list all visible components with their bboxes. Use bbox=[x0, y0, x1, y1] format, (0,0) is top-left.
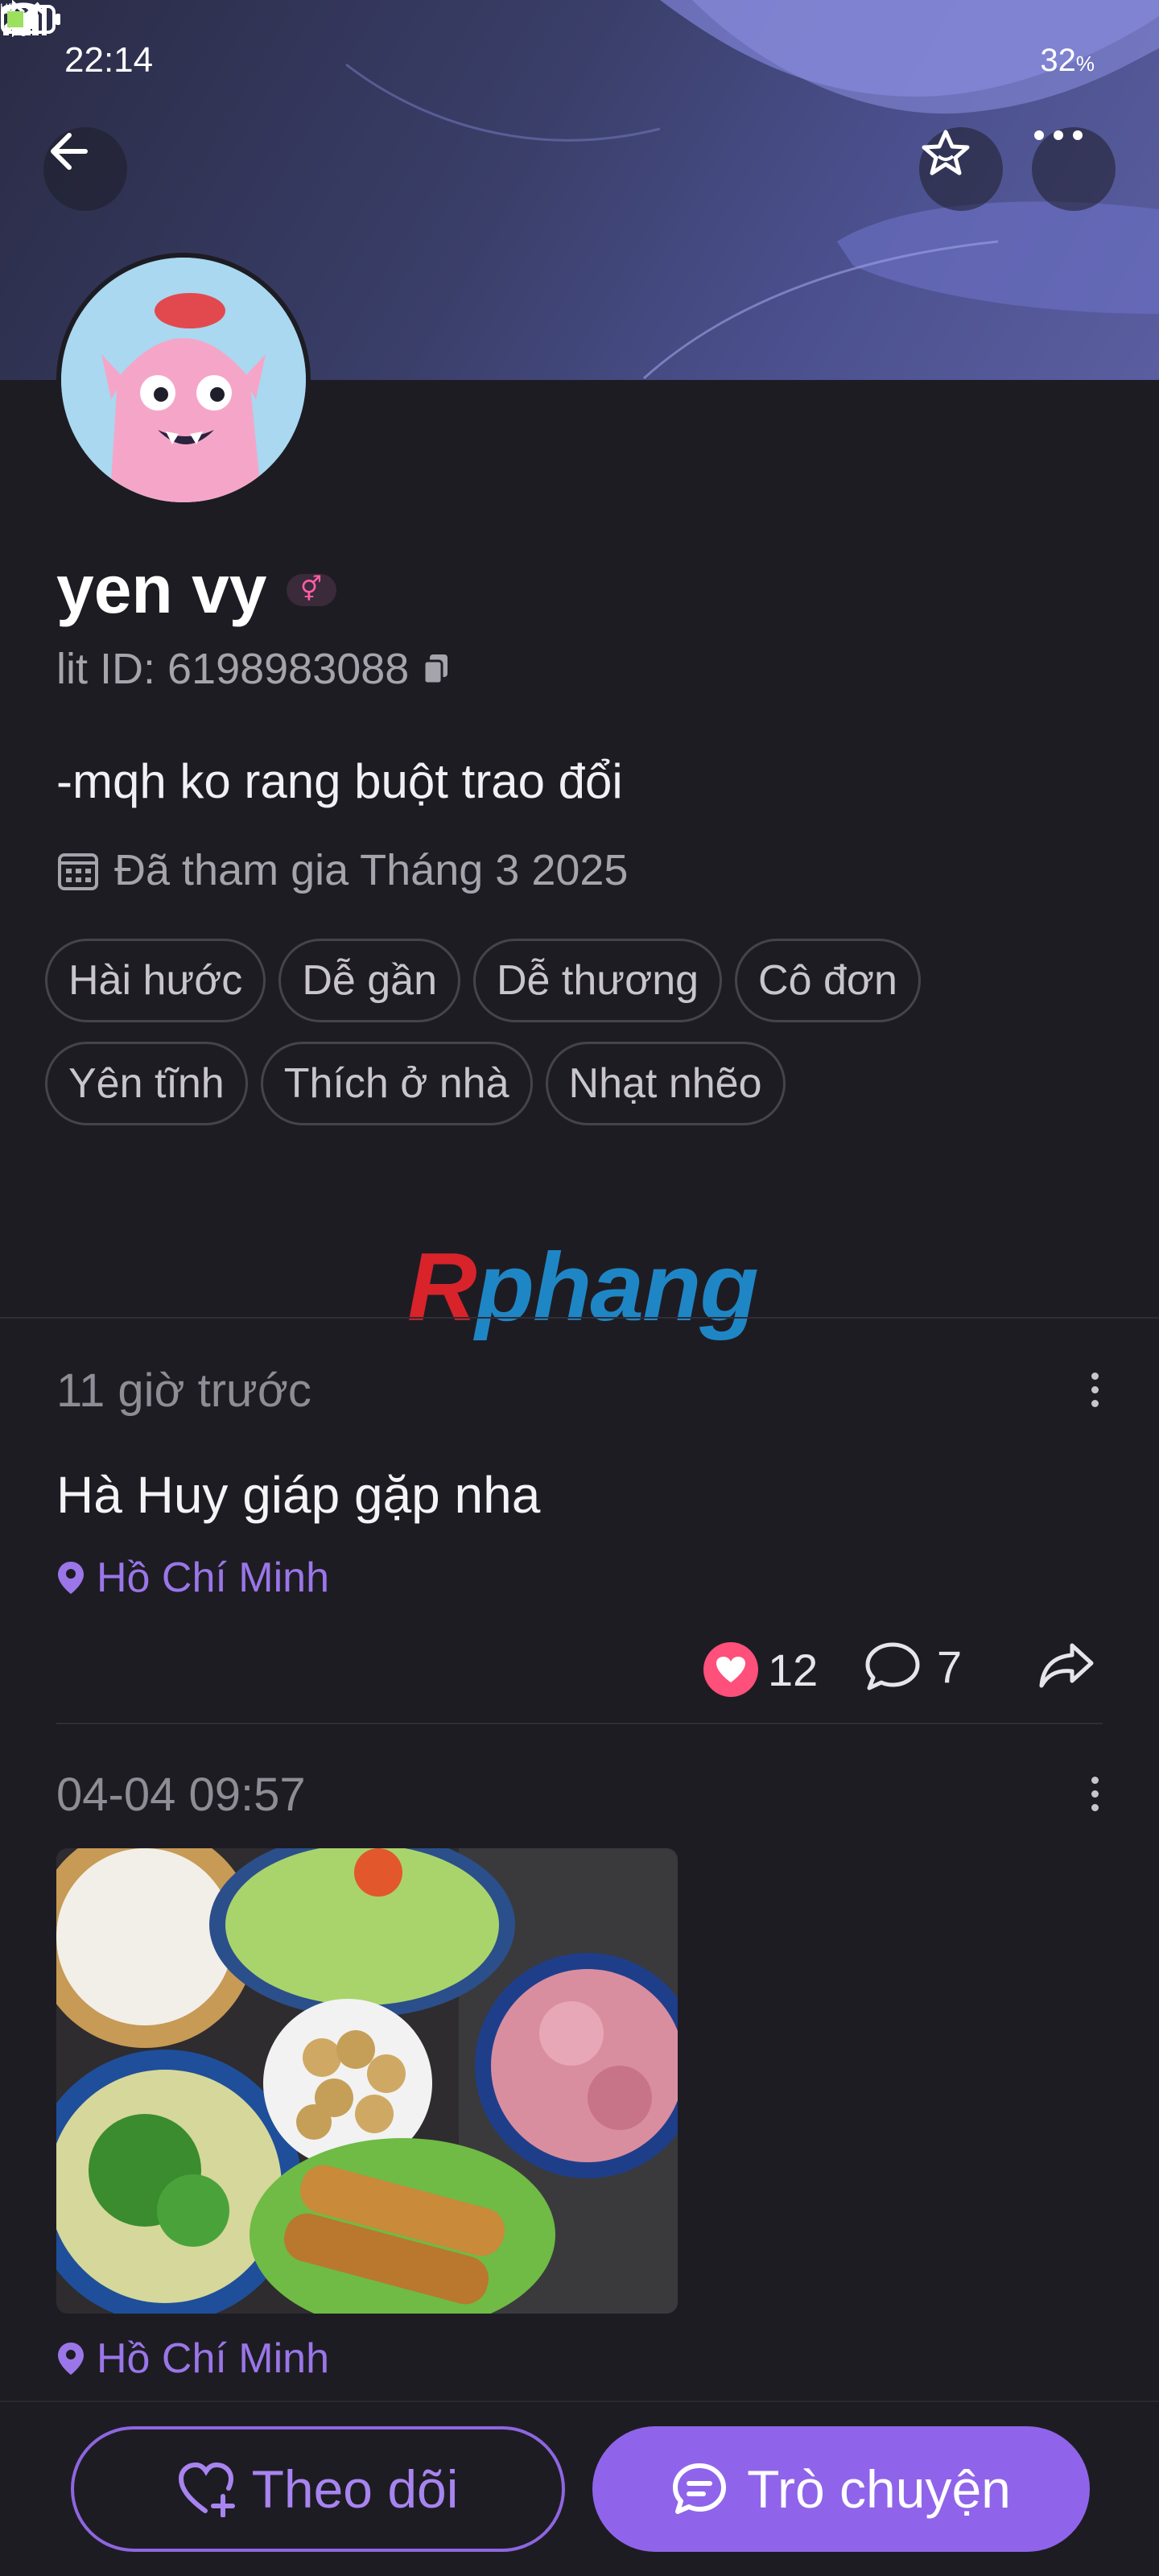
joined-row: Đã tham gia Tháng 3 2025 bbox=[56, 845, 628, 895]
profile-bio: -mqh ko rang buột trao đổi bbox=[56, 754, 623, 808]
tag-item[interactable]: Cô đơn bbox=[735, 939, 921, 1022]
calendar-icon bbox=[58, 853, 98, 890]
favorite-button[interactable] bbox=[919, 127, 1003, 211]
post-divider bbox=[56, 1723, 1103, 1724]
post-timestamp: 04-04 09:57 bbox=[56, 1769, 306, 1821]
location-pin-icon bbox=[58, 1562, 84, 1594]
location-label: Hồ Chí Minh bbox=[97, 1554, 329, 1601]
post-timestamp: 11 giờ trước bbox=[56, 1364, 311, 1417]
name-row: yen vy ⚥ bbox=[56, 551, 336, 629]
tag-item[interactable]: Nhạt nhẽo bbox=[545, 1042, 786, 1125]
like-count: 12 bbox=[768, 1644, 819, 1695]
tag-item[interactable]: Thích ở nhà bbox=[260, 1042, 533, 1125]
post-more-icon[interactable] bbox=[1079, 1365, 1111, 1414]
food-photo bbox=[56, 1848, 678, 2314]
gender-icon: ⚥ bbox=[299, 576, 323, 603]
watermark-logo: Rphang bbox=[407, 1233, 759, 1341]
copy-icon[interactable] bbox=[422, 653, 451, 685]
post-more-icon[interactable] bbox=[1079, 1769, 1111, 1818]
post-actions: 12 7 bbox=[692, 1633, 1111, 1705]
comment-count: 7 bbox=[937, 1641, 963, 1692]
comment-button[interactable]: 7 bbox=[864, 1641, 962, 1693]
more-options-button[interactable] bbox=[1032, 127, 1116, 211]
post-location[interactable]: Hồ Chí Minh bbox=[56, 1554, 329, 1602]
user-id: lit ID: 6198983088 bbox=[56, 645, 410, 693]
more-horizontal-icon bbox=[1034, 130, 1083, 140]
comment-icon bbox=[865, 1642, 920, 1690]
gender-badge: ⚥ bbox=[286, 573, 336, 606]
post-photo[interactable] bbox=[56, 1848, 678, 2314]
post-location[interactable]: Hồ Chí Minh bbox=[56, 2334, 329, 2383]
profile-name: yen vy bbox=[56, 551, 267, 627]
avatar[interactable] bbox=[56, 253, 311, 507]
status-bar: 22:14 HD 32% bbox=[0, 0, 1159, 121]
section-divider bbox=[0, 1317, 1159, 1319]
follow-button[interactable]: Theo dõi bbox=[71, 2426, 565, 2552]
avatar-image bbox=[61, 258, 306, 502]
heart-plus-icon bbox=[178, 2462, 235, 2517]
status-time: 22:14 bbox=[64, 40, 154, 80]
interest-tags: Hài hước Dễ gần Dễ thương Cô đơn Yên tĩn… bbox=[45, 939, 1124, 1125]
heart-icon bbox=[703, 1642, 758, 1697]
follow-label: Theo dõi bbox=[251, 2459, 459, 2519]
bottom-action-bar: Theo dõi Trò chuyện bbox=[0, 2401, 1159, 2576]
joined-date: Đã tham gia Tháng 3 2025 bbox=[114, 846, 629, 894]
tag-item[interactable]: Hài hước bbox=[45, 939, 266, 1022]
battery-percentage: 32% bbox=[1040, 42, 1095, 78]
like-button[interactable]: 12 bbox=[703, 1642, 818, 1697]
user-id-row[interactable]: lit ID: 6198983088 bbox=[56, 644, 451, 694]
chat-bubble-icon bbox=[673, 2463, 727, 2514]
back-arrow-icon bbox=[51, 133, 88, 170]
tag-item[interactable]: Yên tĩnh bbox=[45, 1042, 248, 1125]
star-icon bbox=[922, 130, 970, 175]
location-pin-icon bbox=[58, 2343, 84, 2375]
back-button[interactable] bbox=[43, 127, 127, 211]
tag-item[interactable]: Dễ thương bbox=[473, 939, 723, 1022]
post-text: Hà Huy giáp gặp nha bbox=[56, 1466, 541, 1524]
status-icons: HD 32% bbox=[0, 0, 1095, 79]
chat-label: Trò chuyện bbox=[747, 2459, 1011, 2519]
chat-button[interactable]: Trò chuyện bbox=[592, 2426, 1090, 2552]
share-icon bbox=[1039, 1643, 1094, 1688]
share-button[interactable] bbox=[1037, 1641, 1096, 1693]
location-label: Hồ Chí Minh bbox=[97, 2335, 329, 2382]
tag-item[interactable]: Dễ gần bbox=[278, 939, 460, 1022]
